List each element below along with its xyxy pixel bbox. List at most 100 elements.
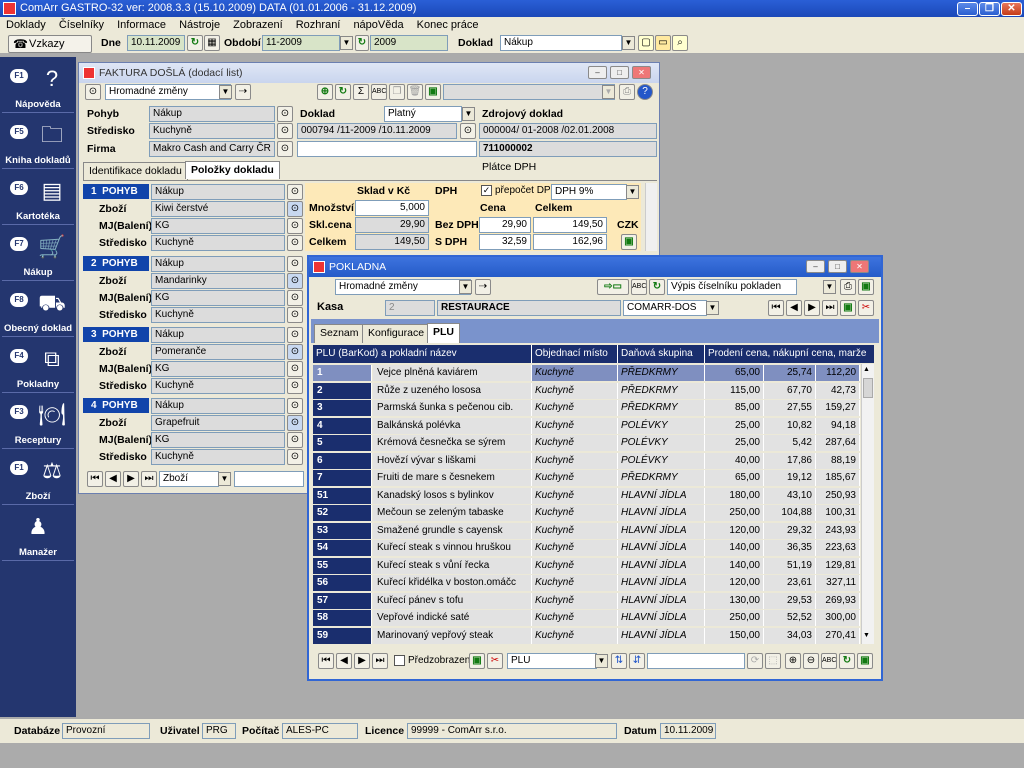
table-row[interactable]: 56 Kuřecí křidélka v boston.omáčc Kuchyně H… bbox=[313, 574, 860, 592]
sum-icon[interactable]: Σ bbox=[353, 84, 369, 100]
kasa-device-dropdown[interactable]: ▼ bbox=[706, 301, 719, 315]
save-detail-icon[interactable]: ▣ bbox=[621, 234, 637, 250]
dph-rate-select[interactable]: DPH 9% bbox=[551, 184, 627, 200]
table-row[interactable]: 57 Kuřecí pánev s tofu Kuchyně HLAVNÍ JÍDLA… bbox=[313, 592, 860, 610]
calendar-icon[interactable]: ▦ bbox=[204, 35, 220, 51]
vypis-select[interactable]: Výpis číselníku pokladen bbox=[667, 279, 797, 295]
sidebar-item-manazer[interactable]: ♟ Manažer bbox=[2, 507, 74, 561]
sort-asc-icon[interactable]: ⇅ bbox=[611, 653, 627, 669]
zoom-out-icon[interactable]: ⊖ bbox=[803, 653, 819, 669]
prev-record-icon[interactable]: ◀ bbox=[786, 300, 802, 316]
spellcheck-icon[interactable]: ABC bbox=[631, 279, 647, 295]
doklad-status-select[interactable]: Platný bbox=[384, 106, 462, 122]
cut-icon[interactable]: ✂ bbox=[858, 300, 874, 316]
table-row[interactable]: 7 Fruiti de mare s česnekem Kuchyně PŘEDKRM… bbox=[313, 469, 860, 487]
close-button[interactable]: ✕ bbox=[1001, 2, 1022, 16]
prev-record-icon[interactable]: ◀ bbox=[336, 653, 352, 669]
menu-konec-prace[interactable]: Konec práce bbox=[417, 19, 479, 31]
sidebar-item-kniha-dokladu[interactable]: F5 🗀 Kniha dokladů bbox=[2, 115, 74, 169]
help-icon[interactable]: ? bbox=[637, 84, 653, 100]
menu-napoveda[interactable]: nápoVěda bbox=[353, 19, 403, 31]
save-icon[interactable]: ▣ bbox=[857, 653, 873, 669]
plu-search-input[interactable] bbox=[647, 653, 745, 669]
column-header-prices[interactable]: Prodení cena, nákupní cena, marže bbox=[705, 345, 874, 363]
menu-nastroje[interactable]: Nástroje bbox=[179, 19, 220, 31]
celkem-sklad-field[interactable]: 149,50 bbox=[355, 234, 429, 250]
new-document-icon[interactable]: ▢ bbox=[638, 35, 654, 51]
minimize-button[interactable]: – bbox=[588, 66, 607, 79]
list-item[interactable]: 3 POHYB Nákup Zboží Pomeranče MJ(Balení)… bbox=[83, 326, 305, 395]
menu-ciselniky[interactable]: Číselníky bbox=[59, 19, 104, 31]
zoom-in-icon[interactable]: ⊕ bbox=[785, 653, 801, 669]
copy-icon[interactable]: ❐ bbox=[389, 84, 405, 100]
doklad-dropdown[interactable]: ▼ bbox=[622, 36, 635, 50]
close-button[interactable]: ✕ bbox=[632, 66, 651, 79]
refresh-period-icon[interactable]: ↻ bbox=[355, 35, 369, 51]
bottom-filter-dropdown[interactable]: ▼ bbox=[218, 472, 231, 486]
binoculars-icon[interactable]: ⊙ bbox=[287, 201, 303, 217]
table-row[interactable]: 3 Parmská šunka s pečenou cib. Kuchyně PŘED… bbox=[313, 399, 860, 417]
year-field[interactable]: 2009 bbox=[370, 35, 448, 51]
refresh-icon[interactable]: ↻ bbox=[649, 279, 665, 295]
table-row[interactable]: 51 Kanadský losos s bylinkov Kuchyně HLAVNÍ… bbox=[313, 487, 860, 505]
sort-desc-icon[interactable]: ⇵ bbox=[629, 653, 645, 669]
binoculars-icon[interactable]: ⊙ bbox=[287, 235, 303, 251]
next-record-icon[interactable]: ▶ bbox=[123, 471, 139, 487]
ico-field[interactable]: 711000002 bbox=[479, 141, 657, 157]
item-pohyb-field[interactable]: Nákup bbox=[151, 398, 285, 414]
bottom-filter-select[interactable]: Zboží bbox=[159, 471, 219, 487]
empty-dropdown[interactable]: ▼ bbox=[602, 85, 615, 99]
bezdph-cena-field[interactable]: 29,90 bbox=[479, 217, 531, 233]
binoculars-icon[interactable]: ⊙ bbox=[287, 327, 303, 343]
table-row[interactable]: 52 Mečoun se zeleným tabaske Kuchyně HLAVNÍ… bbox=[313, 504, 860, 522]
bottom-search-input[interactable] bbox=[234, 471, 304, 487]
sidebar-item-pokladny[interactable]: F4 ⧉ Pokladny bbox=[2, 339, 74, 393]
close-button[interactable]: ✕ bbox=[850, 260, 869, 273]
binoculars-icon[interactable]: ⊙ bbox=[277, 141, 293, 157]
open-folder-icon[interactable]: ▭ bbox=[655, 35, 671, 51]
obdobi-dropdown[interactable]: ▼ bbox=[340, 36, 353, 50]
sidebar-item-napoveda[interactable]: F1 ? Nápověda bbox=[2, 59, 74, 113]
sdph-cena-field[interactable]: 32,59 bbox=[479, 234, 531, 250]
plu-filter-dropdown[interactable]: ▼ bbox=[595, 654, 608, 668]
sidebar-item-zbozi[interactable]: F1 ⚖ Zboží bbox=[2, 451, 74, 505]
predzobrazeni-checkbox[interactable] bbox=[394, 655, 405, 666]
binoculars-icon[interactable]: ⊙ bbox=[287, 361, 303, 377]
item-zbozi-field[interactable]: Kiwi čerstvé bbox=[151, 201, 285, 217]
next-record-icon[interactable]: ▶ bbox=[354, 653, 370, 669]
binoculars-icon[interactable]: ⊙ bbox=[287, 307, 303, 323]
next-record-icon[interactable]: ▶ bbox=[804, 300, 820, 316]
table-row[interactable]: 1 Vejce plněná kaviárem Kuchyně PŘEDKRMY 65,… bbox=[313, 364, 860, 382]
minimize-button[interactable]: – bbox=[957, 2, 978, 16]
first-record-icon[interactable]: ⏮ bbox=[87, 471, 103, 487]
binoculars-icon[interactable]: ⊙ bbox=[287, 256, 303, 272]
sklcena-field[interactable]: 29,90 bbox=[355, 217, 429, 233]
firma-field[interactable]: Makro Cash and Carry ČR s. r. bbox=[149, 141, 275, 157]
spellcheck-icon[interactable]: ABC bbox=[821, 653, 837, 669]
binoculars-icon[interactable]: ⊙ bbox=[287, 184, 303, 200]
add-record-icon[interactable]: ▣ bbox=[840, 300, 856, 316]
item-pohyb-field[interactable]: Nákup bbox=[151, 256, 285, 272]
zdroj-field[interactable]: 000004/ 01-2008 /02.01.2008 bbox=[479, 123, 657, 139]
tab-polozky[interactable]: Položky dokladu bbox=[185, 161, 280, 179]
doklad-status-dropdown[interactable]: ▼ bbox=[462, 107, 475, 121]
delete-icon[interactable]: 🗑 bbox=[407, 84, 423, 100]
item-zbozi-field[interactable]: Pomeranče bbox=[151, 344, 285, 360]
table-row[interactable]: 2 Růže z uzeného lososa Kuchyně PŘEDKRMY 115… bbox=[313, 382, 860, 400]
pohyb-field[interactable]: Nákup bbox=[149, 106, 275, 122]
sidebar-item-obecny-doklad[interactable]: F8 ⛟ Obecný doklad bbox=[2, 283, 74, 337]
select-icon[interactable]: ⬚ bbox=[765, 653, 781, 669]
save-icon[interactable]: ▣ bbox=[469, 653, 485, 669]
binoculars-icon[interactable]: ⊙ bbox=[287, 273, 303, 289]
scroll-down-icon[interactable]: ▼ bbox=[863, 632, 870, 639]
binoculars-icon[interactable]: ⊙ bbox=[287, 218, 303, 234]
first-record-icon[interactable]: ⏮ bbox=[768, 300, 784, 316]
item-stredisko-field[interactable]: Kuchyně bbox=[151, 307, 285, 323]
item-pohyb-field[interactable]: Nákup bbox=[151, 184, 285, 200]
print-icon[interactable]: ⎙ bbox=[840, 279, 856, 295]
filter-apply-icon[interactable]: ⇢ bbox=[475, 279, 491, 295]
maximize-button[interactable]: ❐ bbox=[979, 2, 1000, 16]
sidebar-item-receptury[interactable]: F3 🍽 Receptury bbox=[2, 395, 74, 449]
tab-seznam[interactable]: Seznam bbox=[314, 324, 365, 343]
minimize-button[interactable]: – bbox=[806, 260, 825, 273]
